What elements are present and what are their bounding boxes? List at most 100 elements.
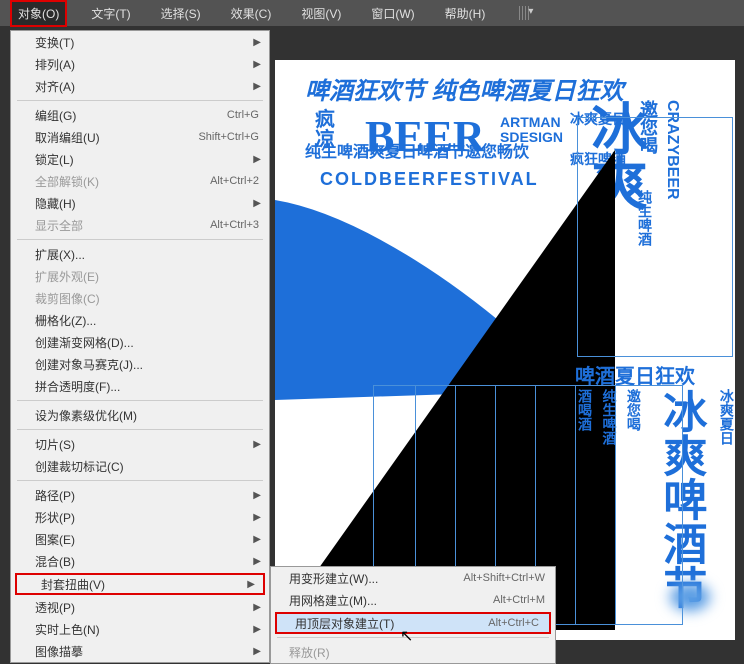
menu-item-label: 形状(P): [35, 509, 259, 526]
object-menu-item[interactable]: 形状(P)▶: [11, 506, 269, 528]
menu-item-label: 封套扭曲(V): [41, 576, 253, 593]
menu-item-label: 实时上色(N): [35, 621, 259, 638]
menu-item-label: 裁剪图像(C): [35, 290, 259, 307]
menu-select[interactable]: 选择(S): [155, 2, 207, 25]
submenu-arrow-icon: ▶: [253, 624, 261, 635]
envelope-submenu-item[interactable]: 用顶层对象建立(T)Alt+Ctrl+C: [275, 612, 551, 634]
submenu-arrow-icon: ▶: [253, 490, 261, 501]
menu-item-label: 用顶层对象建立(T): [295, 615, 488, 632]
menu-shortcut: Shift+Ctrl+G: [198, 131, 259, 143]
cursor-blob: [665, 579, 715, 615]
object-menu-item[interactable]: 拼合透明度(F)...: [11, 375, 269, 397]
submenu-arrow-icon: ▶: [253, 37, 261, 48]
object-menu-item[interactable]: 设为像素级优化(M): [11, 404, 269, 426]
object-menu-item[interactable]: 取消编组(U)Shift+Ctrl+G: [11, 126, 269, 148]
menu-item-label: 拼合透明度(F)...: [35, 378, 259, 395]
object-menu-dropdown: 变换(T)▶排列(A)▶对齐(A)▶编组(G)Ctrl+G取消编组(U)Shif…: [10, 30, 270, 663]
object-menu-item[interactable]: 透视(P)▶: [11, 596, 269, 618]
envelope-distort-submenu: 用变形建立(W)...Alt+Shift+Ctrl+W用网格建立(M)...Al…: [270, 566, 556, 664]
submenu-arrow-icon: ▶: [253, 512, 261, 523]
menu-item-label: 用网格建立(M)...: [289, 592, 493, 609]
object-menu-item[interactable]: 图像描摹▶: [11, 640, 269, 662]
menu-item-label: 设为像素级优化(M): [35, 407, 259, 424]
submenu-arrow-icon: ▶: [253, 439, 261, 450]
menu-item-label: 图像描摹: [35, 643, 259, 660]
menu-item-label: 显示全部: [35, 217, 210, 234]
menu-item-label: 扩展(X)...: [35, 246, 259, 263]
object-menu-item[interactable]: 混合(B)▶: [11, 550, 269, 572]
object-menu-item[interactable]: 对齐(A)▶: [11, 75, 269, 97]
menu-item-label: 创建裁切标记(C): [35, 458, 259, 475]
object-menu-item[interactable]: 排列(A)▶: [11, 53, 269, 75]
menu-object[interactable]: 对象(O): [10, 0, 67, 27]
menubar: 对象(O) 文字(T) 选择(S) 效果(C) 视图(V) 窗口(W) 帮助(H…: [0, 0, 744, 26]
artwork-text: ARTMAN: [500, 115, 561, 129]
guide: [615, 385, 616, 625]
menu-item-label: 释放(R): [289, 644, 545, 661]
envelope-submenu-item[interactable]: 用变形建立(W)...Alt+Shift+Ctrl+W: [271, 567, 555, 589]
submenu-arrow-icon: ▶: [247, 579, 255, 590]
menu-effect[interactable]: 效果(C): [225, 2, 278, 25]
menu-item-label: 混合(B): [35, 553, 259, 570]
submenu-arrow-icon: ▶: [253, 59, 261, 70]
menu-view[interactable]: 视图(V): [295, 2, 347, 25]
object-menu-item: 全部解锁(K)Alt+Ctrl+2: [11, 170, 269, 192]
menu-shortcut: Alt+Ctrl+2: [210, 175, 259, 187]
object-menu-item[interactable]: 图案(E)▶: [11, 528, 269, 550]
object-menu-item[interactable]: 创建渐变网格(D)...: [11, 331, 269, 353]
submenu-arrow-icon: ▶: [253, 198, 261, 209]
object-menu-item[interactable]: 实时上色(N)▶: [11, 618, 269, 640]
object-menu-item[interactable]: 封套扭曲(V)▶: [15, 573, 265, 595]
menu-item-label: 切片(S): [35, 436, 259, 453]
menu-item-label: 变换(T): [35, 34, 259, 51]
menu-item-label: 创建对象马赛克(J)...: [35, 356, 259, 373]
object-menu-item[interactable]: 切片(S)▶: [11, 433, 269, 455]
object-menu-item[interactable]: 隐藏(H)▶: [11, 192, 269, 214]
envelope-submenu-item[interactable]: 用网格建立(M)...Alt+Ctrl+M: [271, 589, 555, 611]
menu-shortcut: Alt+Ctrl+3: [210, 219, 259, 231]
menu-shortcut: Alt+Shift+Ctrl+W: [463, 572, 545, 584]
object-menu-item: 显示全部Alt+Ctrl+3: [11, 214, 269, 236]
menu-item-label: 全部解锁(K): [35, 173, 210, 190]
menu-shortcut: Alt+Ctrl+C: [488, 617, 539, 629]
object-menu-item[interactable]: 扩展(X)...: [11, 243, 269, 265]
menu-help[interactable]: 帮助(H): [439, 2, 492, 25]
submenu-arrow-icon: ▶: [253, 556, 261, 567]
menu-item-label: 扩展外观(E): [35, 268, 259, 285]
menu-item-label: 图案(E): [35, 531, 259, 548]
menu-item-label: 对齐(A): [35, 78, 259, 95]
submenu-arrow-icon: ▶: [253, 602, 261, 613]
toolbar-extras-icon[interactable]: ▾: [519, 6, 529, 20]
selection-bounds[interactable]: [577, 117, 733, 357]
menu-item-label: 隐藏(H): [35, 195, 259, 212]
submenu-arrow-icon: ▶: [253, 154, 261, 165]
menu-item-label: 排列(A): [35, 56, 259, 73]
menu-window[interactable]: 窗口(W): [365, 2, 420, 25]
menu-item-label: 锁定(L): [35, 151, 259, 168]
object-menu-item[interactable]: 创建对象马赛克(J)...: [11, 353, 269, 375]
menu-item-label: 透视(P): [35, 599, 259, 616]
canvas[interactable]: 啤酒狂欢节 纯色啤酒夏日狂欢 疯凉 BEER ARTMAN SDESIGN 纯生…: [275, 60, 735, 640]
object-menu-item[interactable]: 锁定(L)▶: [11, 148, 269, 170]
object-menu-item[interactable]: 创建裁切标记(C): [11, 455, 269, 477]
guide: [575, 385, 576, 625]
menu-shortcut: Ctrl+G: [227, 109, 259, 121]
menu-shortcut: Alt+Ctrl+M: [493, 594, 545, 606]
object-menu-item[interactable]: 编组(G)Ctrl+G: [11, 104, 269, 126]
menu-item-label: 路径(P): [35, 487, 259, 504]
submenu-arrow-icon: ▶: [253, 646, 261, 657]
menu-item-label: 创建渐变网格(D)...: [35, 334, 259, 351]
object-menu-item[interactable]: 变换(T)▶: [11, 31, 269, 53]
object-menu-item: 裁剪图像(C): [11, 287, 269, 309]
menu-type[interactable]: 文字(T): [85, 2, 136, 25]
menu-item-label: 取消编组(U): [35, 129, 198, 146]
object-menu-item[interactable]: 栅格化(Z)...: [11, 309, 269, 331]
menu-item-label: 编组(G): [35, 107, 227, 124]
object-menu-item: 扩展外观(E): [11, 265, 269, 287]
menu-item-label: 用变形建立(W)...: [289, 570, 463, 587]
submenu-arrow-icon: ▶: [253, 81, 261, 92]
object-menu-item[interactable]: 路径(P)▶: [11, 484, 269, 506]
envelope-submenu-item: 释放(R): [271, 641, 555, 663]
submenu-arrow-icon: ▶: [253, 534, 261, 545]
menu-item-label: 栅格化(Z)...: [35, 312, 259, 329]
